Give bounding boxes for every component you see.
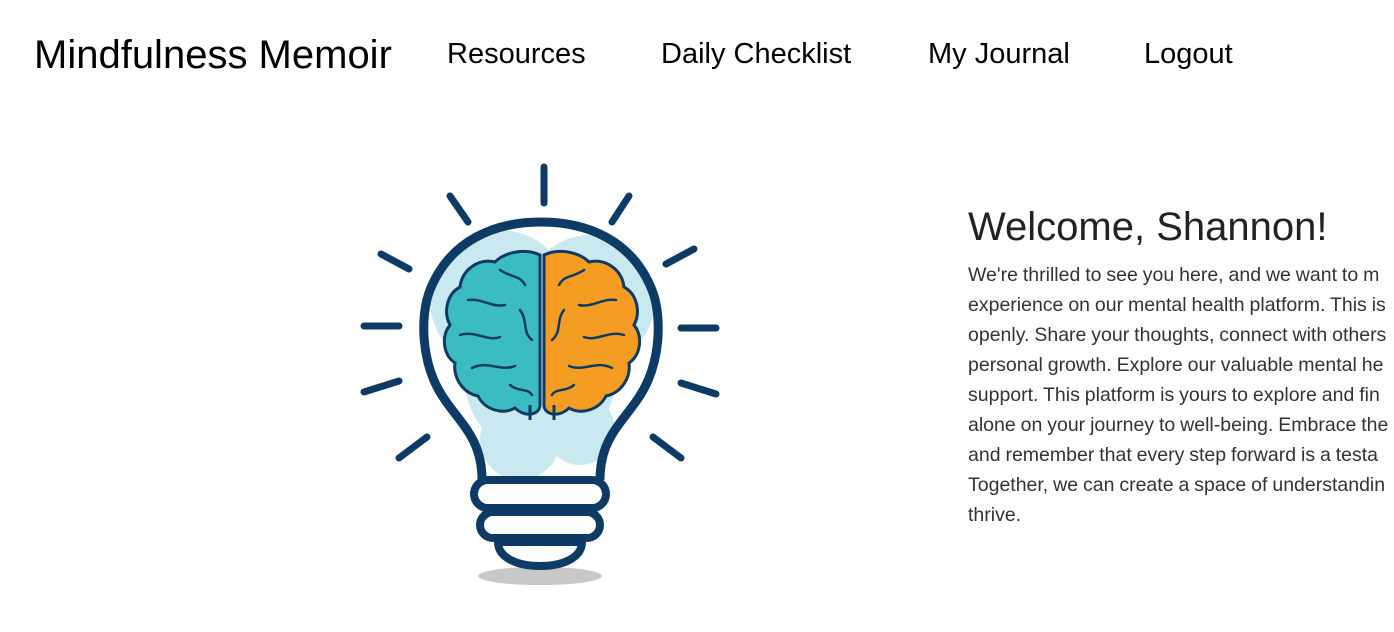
- welcome-line: thrive.: [968, 504, 1022, 526]
- nav-my-journal-link[interactable]: My Journal: [928, 36, 1070, 72]
- welcome-line: Together, we can create a space of under…: [968, 474, 1386, 496]
- lightbulb-brain-icon: [360, 163, 720, 585]
- welcome-line: openly. Share your thoughts, connect wit…: [968, 324, 1387, 346]
- bulb-base: [470, 476, 610, 570]
- welcome-title: Welcome, Shannon!: [968, 205, 1328, 249]
- welcome-line: personal growth. Explore our valuable me…: [968, 354, 1384, 376]
- nav-logout-link[interactable]: Logout: [1144, 36, 1233, 72]
- brand-logo-text[interactable]: Mindfulness Memoir: [34, 31, 392, 79]
- welcome-line: We're thrilled to see you here, and we w…: [968, 264, 1380, 286]
- welcome-line: alone on your journey to well-being. Emb…: [968, 414, 1389, 436]
- top-navbar: Mindfulness Memoir Resources Daily Check…: [0, 0, 1394, 110]
- welcome-line: experience on our mental health platform…: [968, 294, 1386, 316]
- page: Mindfulness Memoir Resources Daily Check…: [0, 0, 1394, 632]
- nav-daily-checklist-link[interactable]: Daily Checklist: [661, 36, 851, 72]
- welcome-line: and remember that every step forward is …: [968, 444, 1379, 466]
- welcome-line: support. This platform is yours to explo…: [968, 384, 1380, 406]
- nav-resources-link[interactable]: Resources: [447, 36, 586, 72]
- welcome-section: Welcome, Shannon! We're thrilled to see …: [968, 200, 1394, 530]
- welcome-paragraph: We're thrilled to see you here, and we w…: [968, 260, 1394, 530]
